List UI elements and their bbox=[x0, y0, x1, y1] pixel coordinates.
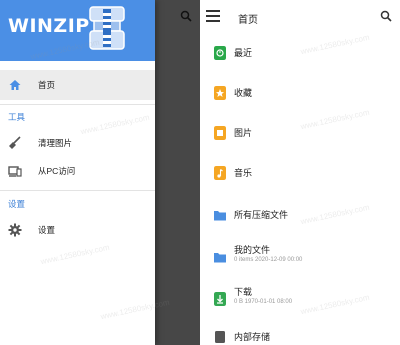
page-title: 首页 bbox=[238, 15, 258, 26]
storage-icon bbox=[215, 331, 225, 343]
list-item-internal-storage[interactable]: 内部存储 bbox=[200, 318, 400, 345]
list-item-favorites[interactable]: 收藏 bbox=[200, 74, 400, 114]
drawer-header: WINZIP bbox=[0, 0, 155, 61]
hamburger-menu-icon[interactable] bbox=[206, 10, 220, 22]
divider bbox=[0, 104, 155, 105]
download-icon bbox=[214, 292, 226, 306]
star-icon bbox=[214, 86, 226, 100]
recent-icon bbox=[214, 46, 226, 60]
search-icon[interactable] bbox=[380, 10, 392, 22]
list-item-label: 所有压缩文件 bbox=[234, 210, 289, 220]
drawer-item-cleanup[interactable]: 清理图片 bbox=[0, 128, 155, 158]
list-item-my-files[interactable]: 我的文件 0 items 2020-12-09 00:00 bbox=[200, 238, 400, 278]
list-item-meta: 0 items 2020-12-09 00:00 bbox=[234, 257, 303, 263]
search-icon bbox=[180, 10, 192, 22]
section-tools: 工具 bbox=[8, 112, 26, 122]
image-icon bbox=[214, 126, 226, 140]
archive-folder-icon bbox=[214, 211, 226, 221]
list-item-images[interactable]: 图片 bbox=[200, 114, 400, 154]
drawer-item-home[interactable]: 首页 bbox=[0, 70, 155, 100]
drawer-item-label: 清理图片 bbox=[38, 138, 73, 148]
drawer-scrim[interactable] bbox=[155, 0, 200, 345]
list-item-label: 下载 bbox=[234, 287, 253, 297]
drawer-item-label: 从PC访问 bbox=[38, 166, 76, 176]
drawer-item-label: 设置 bbox=[38, 225, 56, 235]
navigation-drawer: WINZIP 首页 工具 清理图片 从PC访问 设置 设置 bbox=[0, 0, 155, 345]
folder-icon bbox=[214, 253, 226, 263]
drawer-item-pc-access[interactable]: 从PC访问 bbox=[0, 156, 155, 186]
list-item-music[interactable]: 音乐 bbox=[200, 154, 400, 194]
gear-icon bbox=[8, 223, 22, 237]
list-item-all-archives[interactable]: 所有压缩文件 bbox=[200, 196, 400, 236]
list-item-downloads[interactable]: 下载 0 B 1970-01-01 08:00 bbox=[200, 280, 400, 320]
list-item-recent[interactable]: 最近 bbox=[200, 34, 400, 74]
devices-icon bbox=[8, 166, 22, 177]
list-item-label: 收藏 bbox=[234, 88, 253, 98]
drawer-item-settings[interactable]: 设置 bbox=[0, 215, 155, 245]
divider bbox=[0, 190, 155, 191]
list-item-meta: 0 B 1970-01-01 08:00 bbox=[234, 299, 293, 305]
zip-clamp-logo-icon bbox=[89, 6, 125, 50]
section-settings: 设置 bbox=[8, 199, 26, 209]
list-item-label: 最近 bbox=[234, 48, 253, 58]
list-item-label: 内部存储 bbox=[234, 332, 271, 342]
drawer-item-label: 首页 bbox=[38, 80, 56, 90]
broom-icon bbox=[9, 136, 21, 149]
list-item-label: 图片 bbox=[234, 128, 253, 138]
home-icon bbox=[9, 80, 21, 90]
list-item-label: 音乐 bbox=[234, 168, 253, 178]
winzip-logo: WINZIP bbox=[8, 15, 90, 37]
music-icon bbox=[214, 166, 226, 180]
list-item-label: 我的文件 bbox=[234, 245, 271, 255]
